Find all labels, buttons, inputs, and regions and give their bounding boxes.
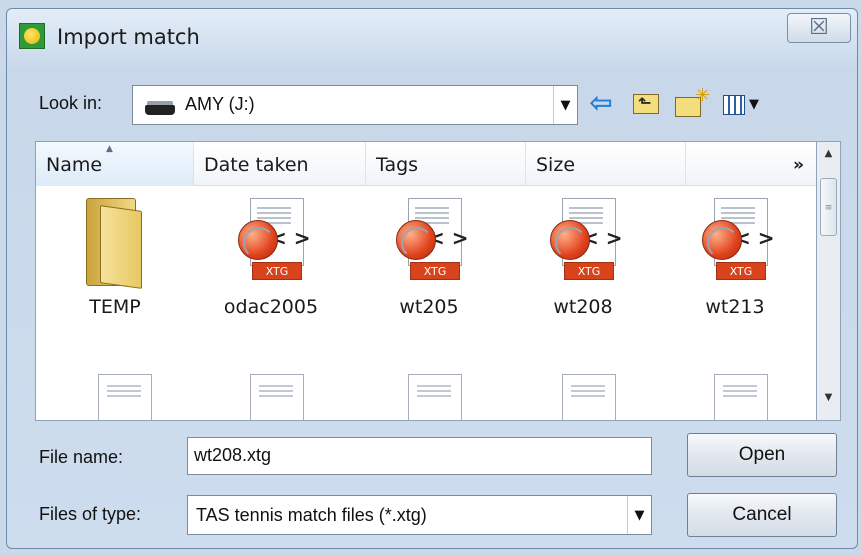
xtg-file-icon: < > XTG	[544, 198, 624, 290]
file-icon[interactable]	[562, 374, 616, 420]
look-in-value: AMY (J:)	[185, 94, 255, 114]
file-icon[interactable]	[250, 374, 304, 420]
item-label: wt205	[399, 296, 459, 318]
list-item-file[interactable]: < > XTG odac2005	[196, 196, 346, 326]
next-row-partial	[36, 374, 816, 420]
file-name-label: File name:	[39, 447, 124, 467]
more-columns-icon[interactable]: »	[686, 142, 816, 186]
column-name[interactable]: ▲ Name	[36, 142, 194, 186]
open-button[interactable]: Open	[687, 433, 837, 477]
up-folder-icon[interactable]: ⬑	[629, 87, 665, 121]
file-items: TEMP < > XTG odac2005 < > XTG wt205 < >	[36, 186, 816, 420]
vertical-scrollbar[interactable]: ▲ ≡ ▼	[817, 141, 841, 421]
item-label: wt208	[553, 296, 613, 318]
item-label: TEMP	[89, 296, 141, 318]
title-bar[interactable]: Import match ☒	[7, 9, 857, 67]
column-size[interactable]: Size	[526, 142, 686, 186]
sort-ascending-icon: ▲	[106, 144, 113, 154]
window-title: Import match	[57, 25, 200, 49]
look-in-label: Look in:	[39, 93, 103, 113]
xtg-file-icon: < > XTG	[390, 198, 470, 290]
column-date-taken[interactable]: Date taken	[194, 142, 366, 186]
xtg-file-icon: < > XTG	[696, 198, 776, 290]
chevron-down-icon[interactable]: ▼	[627, 496, 651, 534]
close-button[interactable]: ☒	[787, 13, 851, 43]
list-item-file[interactable]: < > XTG wt208	[508, 196, 658, 326]
list-item-file[interactable]: < > XTG wt205	[354, 196, 504, 326]
file-icon[interactable]	[714, 374, 768, 420]
scroll-down-icon[interactable]: ▼	[817, 392, 840, 414]
column-tags[interactable]: Tags	[366, 142, 526, 186]
import-match-dialog: Import match ☒ Look in: AMY (J:) ▼ ⇦ ⬑ ✳…	[6, 8, 858, 549]
cancel-button[interactable]: Cancel	[687, 493, 837, 537]
list-item-folder[interactable]: TEMP	[40, 196, 190, 326]
file-icon[interactable]	[408, 374, 462, 420]
files-of-type-label: Files of type:	[39, 504, 142, 524]
chevron-down-icon[interactable]: ▼	[553, 86, 577, 124]
files-of-type-select[interactable]: TAS tennis match files (*.xtg) ▼	[187, 495, 652, 535]
item-label: odac2005	[223, 296, 319, 318]
list-item-file[interactable]: < > XTG wt213	[660, 196, 810, 326]
new-folder-icon[interactable]: ✳	[673, 85, 710, 121]
file-name-input[interactable]: wt208.xtg	[187, 437, 652, 475]
xtg-file-icon: < > XTG	[232, 198, 312, 290]
drive-icon	[145, 101, 175, 115]
column-header: ▲ Name Date taken Tags Size »	[36, 142, 816, 186]
scroll-thumb[interactable]: ≡	[820, 178, 837, 236]
back-arrow-icon[interactable]: ⇦	[583, 87, 619, 121]
files-of-type-value: TAS tennis match files (*.xtg)	[196, 505, 427, 525]
item-label: wt213	[705, 296, 765, 318]
look-in-combobox[interactable]: AMY (J:) ▼	[132, 85, 578, 125]
folder-icon	[86, 198, 142, 289]
file-list[interactable]: ▲ Name Date taken Tags Size » TEMP < > X…	[35, 141, 817, 421]
file-icon[interactable]	[98, 374, 152, 420]
scroll-up-icon[interactable]: ▲	[817, 148, 840, 170]
tennis-app-icon	[19, 23, 45, 49]
column-name-label: Name	[46, 154, 103, 176]
view-menu-icon[interactable]: ▼	[719, 87, 775, 121]
